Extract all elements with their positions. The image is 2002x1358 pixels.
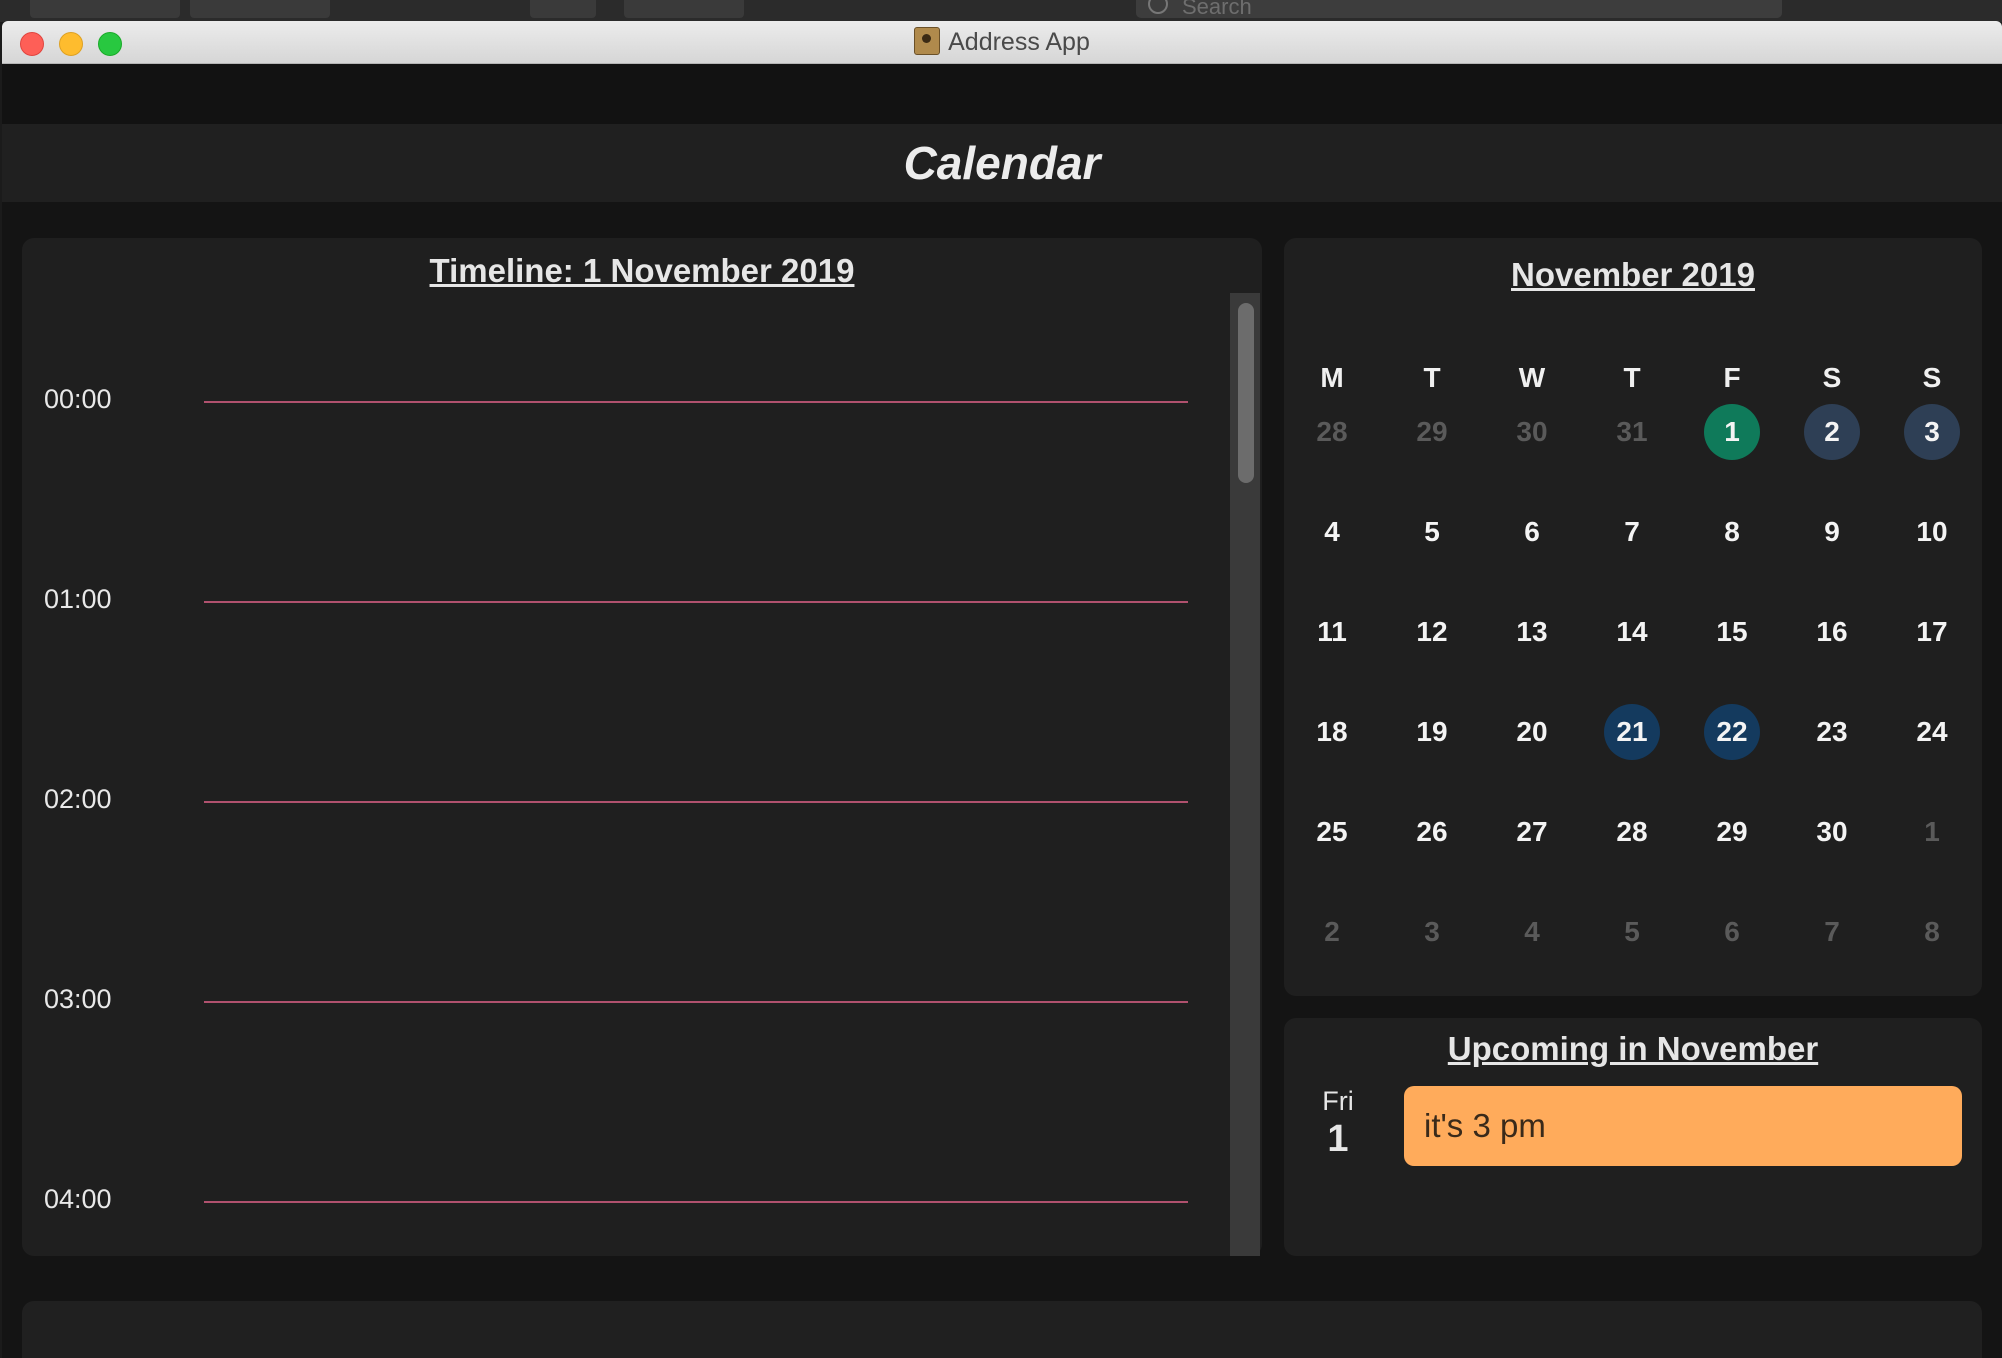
timeline-title: Timeline: 1 November 2019: [429, 252, 855, 289]
timeline-scrollbar[interactable]: [1230, 293, 1260, 1256]
calendar-day[interactable]: 6: [1504, 504, 1560, 560]
window-title-group: Address App: [2, 21, 2002, 63]
event-title: it's 3 pm: [1424, 1107, 1546, 1144]
window-title: Address App: [948, 28, 1090, 56]
timeline-scrollbar-thumb[interactable]: [1238, 303, 1254, 483]
weekday-header: M: [1320, 362, 1344, 393]
calendar-day[interactable]: 20: [1504, 704, 1560, 760]
calendar-day-outside-month[interactable]: 3: [1404, 904, 1460, 960]
calendar-day[interactable]: 29: [1704, 804, 1760, 860]
upcoming-panel: Upcoming in November Fri 1 it's 3 pm: [1284, 1018, 1982, 1256]
calendar-day-outside-month[interactable]: 6: [1704, 904, 1760, 960]
desktop-search-placeholder: Search: [1182, 0, 1252, 19]
calendar-day-outside-month[interactable]: 2: [1304, 904, 1360, 960]
command-box-panel[interactable]: [22, 1301, 1982, 1358]
timeline-panel: Timeline: 1 November 2019 00:00 01:00 02…: [22, 238, 1262, 1256]
event-card[interactable]: it's 3 pm: [1404, 1086, 1962, 1166]
calendar-day[interactable]: 25: [1304, 804, 1360, 860]
calendar-day[interactable]: 30: [1804, 804, 1860, 860]
calendar-day[interactable]: 5: [1404, 504, 1460, 560]
calendar-day[interactable]: 12: [1404, 604, 1460, 660]
calendar-day-outside-month[interactable]: 4: [1504, 904, 1560, 960]
weekday-header: T: [1623, 362, 1641, 393]
calendar-day[interactable]: 15: [1704, 604, 1760, 660]
calendar-day[interactable]: 18: [1304, 704, 1360, 760]
desktop-tab: [30, 0, 180, 18]
calendar-day[interactable]: 21: [1604, 704, 1660, 760]
calendar-day[interactable]: 10: [1904, 504, 1960, 560]
calendar-day[interactable]: 7: [1604, 504, 1660, 560]
timeline-hour-line: [204, 601, 1188, 603]
calendar-day[interactable]: 26: [1404, 804, 1460, 860]
desktop-search-field: Search: [1136, 0, 1782, 18]
weekday-header: S: [1822, 362, 1842, 393]
timeline-hour-label: 04:00: [44, 1184, 112, 1214]
search-icon: [1148, 0, 1168, 14]
title-bar[interactable]: Address App: [2, 21, 2002, 64]
calendar-day[interactable]: 22: [1704, 704, 1760, 760]
weekday-header: T: [1423, 362, 1441, 393]
calendar-day-outside-month[interactable]: 29: [1404, 404, 1460, 460]
calendar-day-outside-month[interactable]: 5: [1604, 904, 1660, 960]
timeline-hour-line: [204, 1201, 1188, 1203]
timeline-hour-line: [204, 1001, 1188, 1003]
calendar-day-outside-month[interactable]: 7: [1804, 904, 1860, 960]
calendar-day[interactable]: 8: [1704, 504, 1760, 560]
desktop-tab: [190, 0, 330, 18]
calendar-day-outside-month[interactable]: 28: [1304, 404, 1360, 460]
app-window: Address App Calendar Timeline: 1 Novembe…: [2, 21, 2002, 1358]
calendar-day[interactable]: 2: [1804, 404, 1860, 460]
upcoming-title: Upcoming in November: [1447, 1030, 1819, 1067]
event-weekday: Fri: [1322, 1086, 1354, 1116]
desktop-share-button: [530, 0, 596, 18]
weekday-header: S: [1922, 362, 1942, 393]
calendar-day-outside-month[interactable]: 1: [1904, 804, 1960, 860]
calendar-day-outside-month[interactable]: 30: [1504, 404, 1560, 460]
calendar-day-outside-month[interactable]: 31: [1604, 404, 1660, 460]
timeline-hour-line: [204, 401, 1188, 403]
calendar-day[interactable]: 11: [1304, 604, 1360, 660]
desktop-tag-button: [624, 0, 744, 18]
calendar-day[interactable]: 14: [1604, 604, 1660, 660]
weekday-header: W: [1518, 362, 1546, 393]
timeline-hour-label: 02:00: [44, 784, 112, 814]
calendar-day[interactable]: 19: [1404, 704, 1460, 760]
event-day-number: 1: [1327, 1118, 1349, 1160]
calendar-day-outside-month[interactable]: 8: [1904, 904, 1960, 960]
calendar-day[interactable]: 23: [1804, 704, 1860, 760]
timeline-hour-label: 01:00: [44, 584, 112, 614]
weekday-header: F: [1723, 362, 1741, 393]
address-book-icon: [914, 27, 941, 55]
calendar-day[interactable]: 28: [1604, 804, 1660, 860]
page-title: Calendar: [903, 137, 1101, 189]
calendar-day[interactable]: 27: [1504, 804, 1560, 860]
page-header: Calendar: [2, 124, 2002, 202]
timeline-hour-label: 00:00: [44, 384, 112, 414]
calendar-day[interactable]: 4: [1304, 504, 1360, 560]
calendar-day[interactable]: 13: [1504, 604, 1560, 660]
calendar-day[interactable]: 1: [1704, 404, 1760, 460]
timeline-hour-label: 03:00: [44, 984, 112, 1014]
calendar-day[interactable]: 3: [1904, 404, 1960, 460]
month-calendar-panel: November 2019 M T W T F S S 28 29 30 31 1 2 3 4 5 6 7 8 9 10…: [1284, 238, 1982, 996]
menu-bar: [2, 64, 2002, 124]
month-title: November 2019: [1511, 256, 1755, 293]
timeline-hour-line: [204, 801, 1188, 803]
calendar-day[interactable]: 24: [1904, 704, 1960, 760]
desktop-background-strip: Search: [0, 0, 2002, 22]
calendar-day[interactable]: 17: [1904, 604, 1960, 660]
calendar-day[interactable]: 16: [1804, 604, 1860, 660]
calendar-day[interactable]: 9: [1804, 504, 1860, 560]
